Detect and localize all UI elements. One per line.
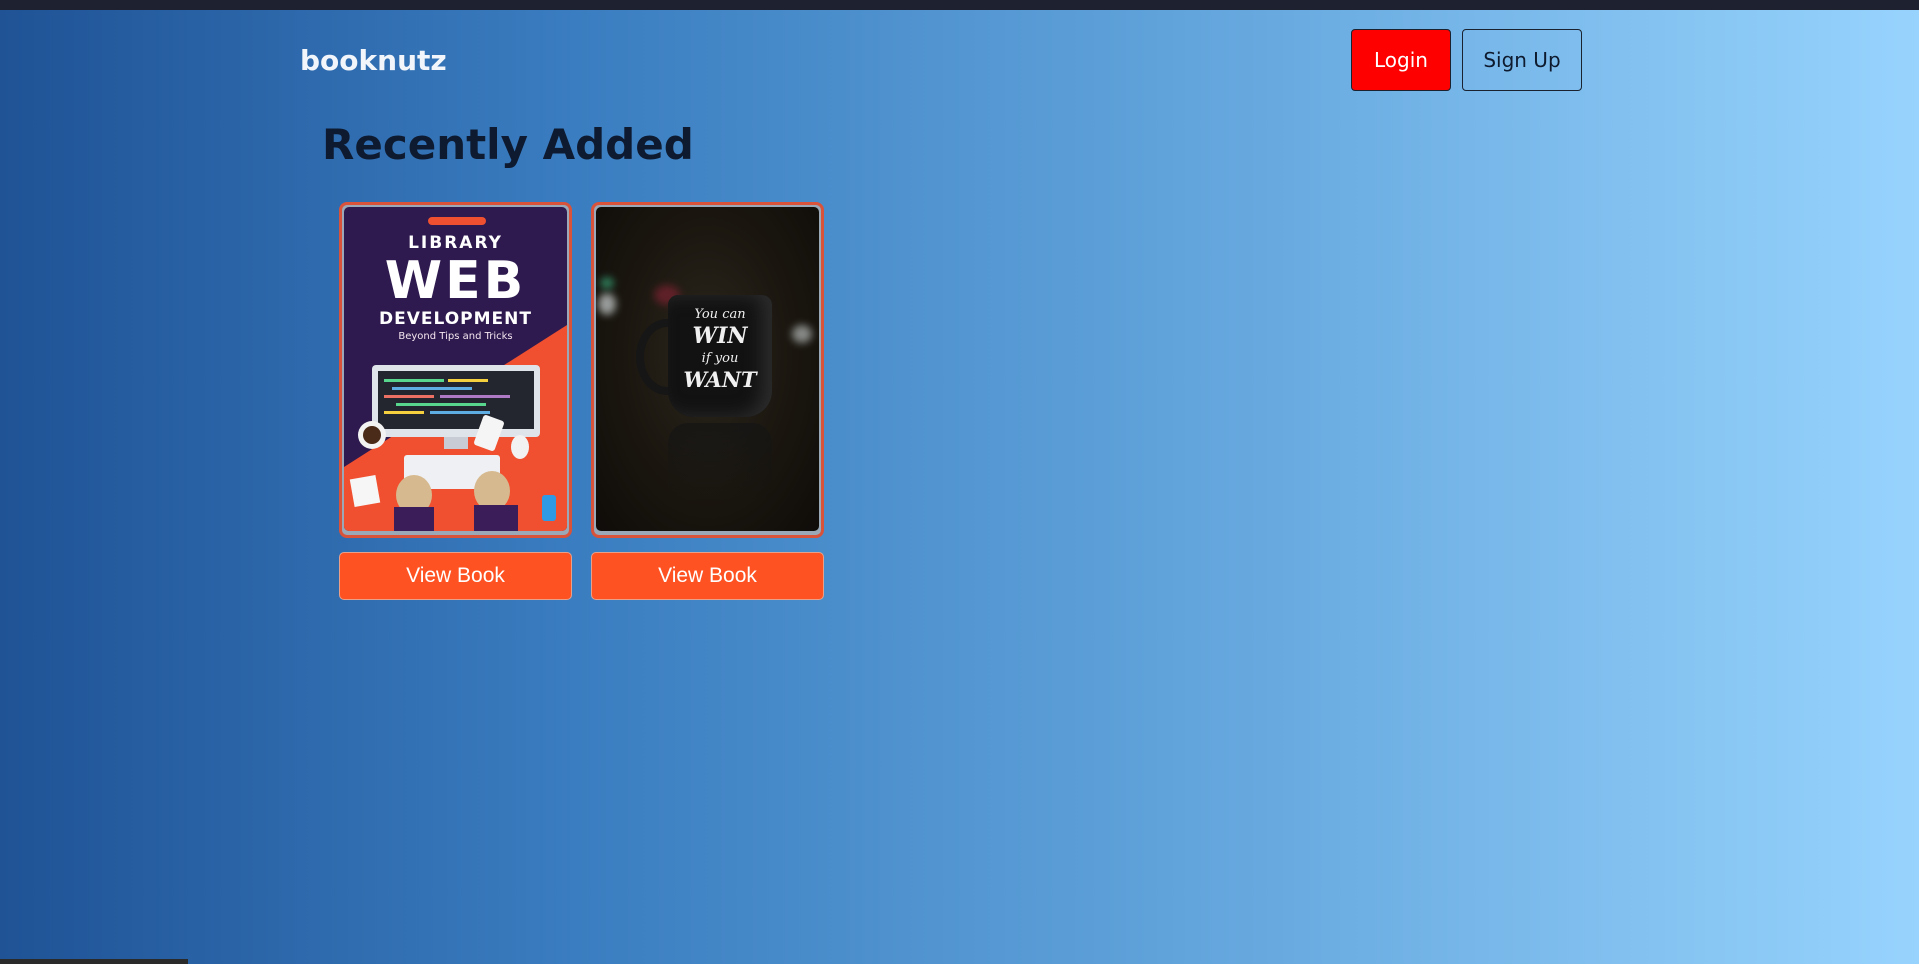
book-cover-image: You can WIN if you WANT (596, 207, 819, 531)
cover-subtitle: Beyond Tips and Tricks (398, 331, 513, 342)
cover-title-line: DEVELOPMENT (379, 309, 532, 329)
brand-logo[interactable]: booknutz (300, 44, 447, 77)
mug-text-line: You can (694, 307, 746, 322)
login-button[interactable]: Login (1351, 29, 1451, 91)
view-book-button[interactable]: View Book (591, 552, 824, 600)
scrollbar-strip (0, 959, 188, 964)
mug-text-line: WANT (683, 367, 757, 392)
signup-button[interactable]: Sign Up (1462, 29, 1582, 91)
bokeh-light (792, 325, 812, 343)
view-book-button[interactable]: View Book (339, 552, 572, 600)
mug-reflection (668, 423, 772, 503)
bokeh-light (598, 293, 616, 315)
cover-title-line: LIBRARY (408, 233, 503, 253)
book-card[interactable]: You can WIN if you WANT (591, 202, 824, 538)
cover-title-line: WEB (384, 251, 527, 311)
page-title: Recently Added (322, 120, 694, 169)
mug-text-line: WIN (692, 323, 748, 349)
bokeh-light (600, 277, 614, 289)
book-cover-image: LIBRARY WEB DEVELOPMENT Beyond Tips and … (344, 207, 567, 531)
mug-text-line: if you (701, 351, 739, 366)
publisher-badge (428, 217, 486, 225)
book-card[interactable]: LIBRARY WEB DEVELOPMENT Beyond Tips and … (339, 202, 572, 538)
browser-top-strip (0, 0, 1919, 10)
